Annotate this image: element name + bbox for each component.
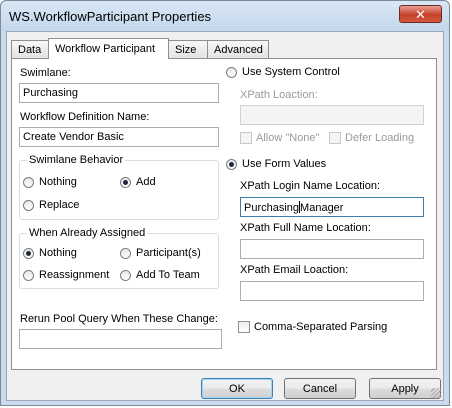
swimlane-input[interactable]: Purchasing (19, 83, 219, 103)
radio-button-selected-icon (226, 158, 237, 170)
assigned-reassignment-radio[interactable]: Reassignment (23, 269, 109, 281)
xpath-location-label: XPath Loaction: (240, 89, 318, 101)
radio-button-icon (120, 247, 131, 259)
xpath-full-name-label: XPath Full Name Location: (240, 222, 371, 234)
login-value-part: Manager (300, 202, 344, 214)
defer-loading-label: Defer Loading (345, 132, 415, 144)
radio-button-icon (23, 199, 34, 211)
close-icon: ✕ (415, 6, 426, 22)
assigned-add-to-team-radio[interactable]: Add To Team (120, 269, 200, 281)
radio-button-icon (226, 66, 237, 78)
resize-grip-icon[interactable] (431, 388, 441, 398)
radio-button-icon (120, 269, 131, 281)
login-value-part: Purchasing (244, 202, 300, 214)
workflow-participant-panel: Swimlane: Purchasing Workflow Definition… (11, 58, 437, 370)
tab-advanced[interactable]: Advanced (207, 40, 269, 58)
xpath-login-name-label: XPath Login Name Location: (240, 180, 381, 192)
xpath-location-input[interactable] (240, 105, 424, 125)
behavior-nothing-label: Nothing (39, 176, 77, 188)
rerun-pool-query-input[interactable] (19, 329, 222, 349)
properties-dialog: WS.WorkflowParticipant Properties ✕ Data… (0, 0, 450, 406)
behavior-add-label: Add (136, 176, 156, 188)
behavior-replace-radio[interactable]: Replace (23, 199, 79, 211)
tab-workflow-participant[interactable]: Workflow Participant (48, 38, 169, 59)
assigned-add-to-team-label: Add To Team (136, 269, 200, 281)
radio-button-icon (23, 176, 34, 188)
use-system-control-label: Use System Control (242, 66, 340, 78)
comma-separated-parsing-label: Comma-Separated Parsing (254, 321, 388, 333)
allow-none-label: Allow "None" (256, 132, 320, 144)
workflow-definition-label: Workflow Definition Name: (20, 111, 150, 123)
workflow-definition-input[interactable]: Create Vendor Basic (19, 127, 219, 147)
when-assigned-legend: When Already Assigned (27, 227, 148, 239)
checkbox-icon (240, 132, 252, 144)
tab-data[interactable]: Data (11, 40, 49, 58)
assigned-nothing-radio[interactable]: Nothing (23, 247, 77, 259)
rerun-pool-query-label: Rerun Pool Query When These Change: (20, 313, 218, 325)
use-form-values-radio[interactable]: Use Form Values (226, 158, 326, 170)
assigned-nothing-label: Nothing (39, 247, 77, 259)
checkbox-icon (329, 132, 341, 144)
ok-button[interactable]: OK (201, 378, 273, 399)
swimlane-behavior-group: Swimlane Behavior Nothing Add Replace (19, 154, 219, 220)
radio-button-selected-icon (23, 247, 34, 259)
window-title: WS.WorkflowParticipant Properties (9, 9, 212, 24)
use-system-control-radio[interactable]: Use System Control (226, 66, 340, 78)
allow-none-checkbox[interactable]: Allow "None" (240, 132, 319, 144)
when-assigned-group: When Already Assigned Nothing Participan… (19, 227, 219, 289)
checkbox-icon (238, 321, 250, 333)
defer-loading-checkbox[interactable]: Defer Loading (329, 132, 414, 144)
radio-button-selected-icon (120, 176, 131, 188)
assigned-reassignment-label: Reassignment (39, 269, 110, 281)
assigned-participants-radio[interactable]: Participant(s) (120, 247, 201, 259)
title-bar[interactable]: WS.WorkflowParticipant Properties ✕ (1, 1, 449, 31)
dialog-client-area: Data Workflow Participant Size Advanced … (6, 31, 444, 401)
behavior-nothing-radio[interactable]: Nothing (23, 176, 77, 188)
xpath-email-label: XPath Email Loaction: (240, 264, 349, 276)
assigned-participants-label: Participant(s) (136, 247, 201, 259)
xpath-login-name-input[interactable]: PurchasingManager (240, 197, 424, 217)
swimlane-label: Swimlane: (20, 67, 71, 79)
comma-separated-parsing-checkbox[interactable]: Comma-Separated Parsing (238, 321, 387, 333)
radio-button-icon (23, 269, 34, 281)
close-button[interactable]: ✕ (399, 5, 442, 23)
xpath-full-name-input[interactable] (240, 239, 424, 259)
cancel-button[interactable]: Cancel (284, 378, 356, 399)
use-form-values-label: Use Form Values (242, 158, 327, 170)
behavior-add-radio[interactable]: Add (120, 176, 156, 188)
swimlane-behavior-legend: Swimlane Behavior (27, 154, 126, 166)
xpath-email-input[interactable] (240, 281, 424, 301)
behavior-replace-label: Replace (39, 199, 80, 211)
tab-size[interactable]: Size (168, 40, 208, 58)
